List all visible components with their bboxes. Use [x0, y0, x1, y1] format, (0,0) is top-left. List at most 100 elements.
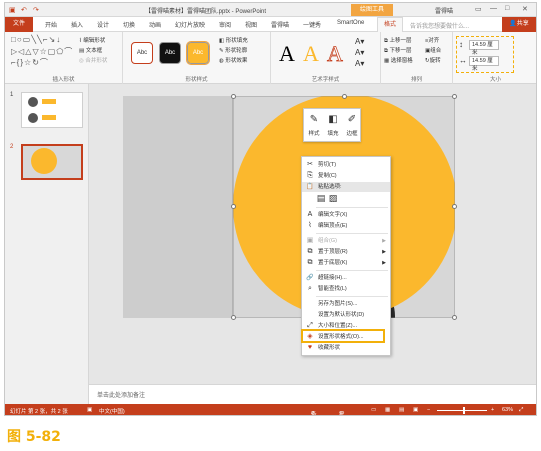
menu-smart-lookup[interactable]: ⌕ 智能查找(L): [302, 284, 390, 294]
send-back-icon: ⧉: [307, 259, 313, 266]
slide-thumbnail-1[interactable]: [21, 92, 83, 128]
rotate-button[interactable]: ↻旋转: [425, 56, 441, 64]
menu-bring-to-front[interactable]: ⧉ 置于顶层(R) ▶: [302, 247, 390, 257]
tab-view[interactable]: 视图: [245, 20, 257, 29]
maximize-icon[interactable]: □: [505, 5, 509, 12]
slide-sorter-icon[interactable]: ▦: [385, 407, 390, 413]
menu-set-default-shape[interactable]: 设置为默认形状(D): [302, 310, 390, 320]
shape-gallery-row2[interactable]: ▷◁△▽☆▢⬠⌒: [11, 46, 73, 57]
menu-edit-text[interactable]: A 编辑文字(X): [302, 210, 390, 220]
style-swatch-orange[interactable]: Abc: [186, 41, 210, 65]
close-icon[interactable]: ✕: [522, 5, 528, 13]
share-button[interactable]: 👤共享: [502, 17, 536, 32]
menu-favorite-shape[interactable]: ♥ 收藏形状: [302, 343, 390, 353]
shape-effects-button[interactable]: ◍ 形状效果: [219, 56, 247, 64]
slide-thumbnails-pane: 1 2: [5, 84, 89, 404]
tab-transitions[interactable]: 切换: [123, 20, 135, 29]
style-icon[interactable]: ✎: [305, 114, 323, 125]
slide-thumbnail-2[interactable]: [21, 144, 83, 180]
paste-picture-icon[interactable]: ▨: [328, 193, 338, 203]
menu-separator: [316, 296, 388, 297]
mini-fill-button[interactable]: 填充: [324, 129, 342, 137]
redo-icon[interactable]: ↷: [33, 6, 39, 14]
edit-shape-button[interactable]: ⌇ 编辑形状: [79, 36, 105, 44]
zoom-slider[interactable]: [437, 410, 487, 411]
text-effects-icon[interactable]: A▾: [355, 59, 364, 68]
text-fill-icon[interactable]: A▾: [355, 37, 364, 46]
tab-slideshow[interactable]: 幻灯片放映: [175, 20, 205, 29]
text-outline-icon[interactable]: A▾: [355, 48, 364, 57]
arrange-label: 排列: [410, 77, 422, 83]
wordart-styles-label: 艺术字样式: [311, 77, 340, 83]
style-swatch-white[interactable]: Abc: [131, 42, 153, 64]
tab-animations[interactable]: 动画: [149, 20, 161, 29]
shape-outline-button[interactable]: ✎ 形状轮廓: [219, 46, 247, 54]
tab-format[interactable]: 格式: [377, 17, 404, 32]
mini-style-button[interactable]: 样式: [305, 129, 323, 137]
resize-handle-tr[interactable]: [452, 94, 457, 99]
shape-gallery[interactable]: □○▭╲╲⌐↘↓: [11, 35, 61, 44]
send-backward-button[interactable]: ⧉ 下移一层: [384, 46, 411, 55]
style-swatch-black[interactable]: Abc: [159, 42, 181, 64]
tab-review[interactable]: 审阅: [219, 20, 231, 29]
selection-pane-button[interactable]: ▦ 选择窗格: [384, 56, 413, 64]
resize-handle-ml[interactable]: [231, 204, 236, 209]
notes-pane[interactable]: 单击此处添加备注: [89, 384, 536, 404]
wordart-orange[interactable]: A: [303, 41, 319, 67]
powerpoint-window: ▣ ↶ ↷ 【雷得喵素材】雷得喵团队.pptx - PowerPoint 绘图工…: [4, 2, 537, 416]
shape-styles-label: 形状样式: [185, 77, 208, 83]
tab-leidemiao[interactable]: 雷得喵: [271, 20, 289, 29]
tab-file[interactable]: 文件: [5, 17, 33, 32]
shape-fill-button[interactable]: ◧ 形状填充: [219, 36, 248, 44]
zoom-out-icon[interactable]: −: [427, 407, 430, 413]
ribbon-display-icon[interactable]: ▭: [475, 5, 482, 13]
undo-icon[interactable]: ↶: [21, 6, 27, 14]
language-indicator[interactable]: 中文(中国): [99, 407, 125, 415]
wordart-outline[interactable]: A: [327, 41, 344, 67]
outline-icon[interactable]: ✐: [343, 114, 361, 125]
slideshow-icon[interactable]: ▣: [413, 407, 418, 413]
mini-outline-button[interactable]: 边框: [343, 129, 361, 137]
group-button[interactable]: ▣组合: [425, 46, 441, 54]
window-title: 【雷得喵素材】雷得喵团队.pptx - PowerPoint: [145, 9, 267, 15]
menu-group[interactable]: ▣ 组合(G) ▶: [302, 236, 390, 246]
shape-width-input[interactable]: 14.59 厘米: [469, 56, 499, 72]
text-box-button[interactable]: ▤ 文本框: [79, 46, 102, 54]
zoom-in-icon[interactable]: +: [491, 407, 494, 413]
tab-home[interactable]: 开始: [45, 20, 57, 29]
tab-insert[interactable]: 插入: [71, 20, 83, 29]
menu-hyperlink[interactable]: 🔗 超链接(H)...: [302, 273, 390, 283]
minimize-icon[interactable]: —: [490, 5, 497, 12]
align-button[interactable]: ≡对齐: [425, 36, 439, 44]
zoom-level[interactable]: 63%: [502, 407, 513, 413]
menu-save-as-picture[interactable]: 另存为图片(S)...: [302, 299, 390, 309]
save-icon[interactable]: ▣: [9, 6, 16, 14]
tab-yijianxiu[interactable]: 一键秀: [303, 20, 321, 29]
reading-view-icon[interactable]: ▤: [399, 407, 404, 413]
tab-smartone[interactable]: SmartOne: [337, 20, 364, 26]
fill-icon[interactable]: ◧: [324, 114, 342, 125]
resize-handle-tl[interactable]: [231, 94, 236, 99]
menu-edit-points[interactable]: ⌇ 编辑顶点(E): [302, 221, 390, 231]
resize-handle-tc[interactable]: [342, 94, 347, 99]
menu-cut[interactable]: ✂ 剪切(T): [302, 160, 390, 170]
resize-handle-br[interactable]: [452, 315, 457, 320]
shape-height-input[interactable]: 14.59 厘米: [469, 40, 499, 56]
wordart-black[interactable]: A: [279, 41, 295, 67]
fit-to-window-icon[interactable]: ⤢: [519, 407, 523, 414]
shape-gallery-row3[interactable]: ⌐{}☆↻⌒: [11, 57, 49, 68]
spellcheck-icon[interactable]: ▣: [87, 407, 92, 413]
menu-send-to-back[interactable]: ⧉ 置于底层(K) ▶: [302, 258, 390, 268]
resize-handle-bl[interactable]: [231, 315, 236, 320]
zoom-slider-thumb[interactable]: [463, 407, 465, 414]
merge-shapes-button[interactable]: ◎ 合并形状: [79, 56, 107, 64]
menu-copy[interactable]: ⎘ 复制(C): [302, 171, 390, 181]
menu-paste-option-buttons[interactable]: ▤ ▨: [302, 193, 390, 205]
current-slide[interactable]: [123, 94, 457, 320]
resize-handle-mr[interactable]: [452, 204, 457, 209]
normal-view-icon[interactable]: ▭: [371, 407, 376, 413]
tell-me-search[interactable]: 告诉我您想要做什么...: [410, 21, 469, 30]
user-name[interactable]: 雷得喵: [435, 6, 453, 15]
tab-design[interactable]: 设计: [97, 20, 109, 29]
bring-forward-button[interactable]: ⧉ 上移一层: [384, 36, 411, 45]
